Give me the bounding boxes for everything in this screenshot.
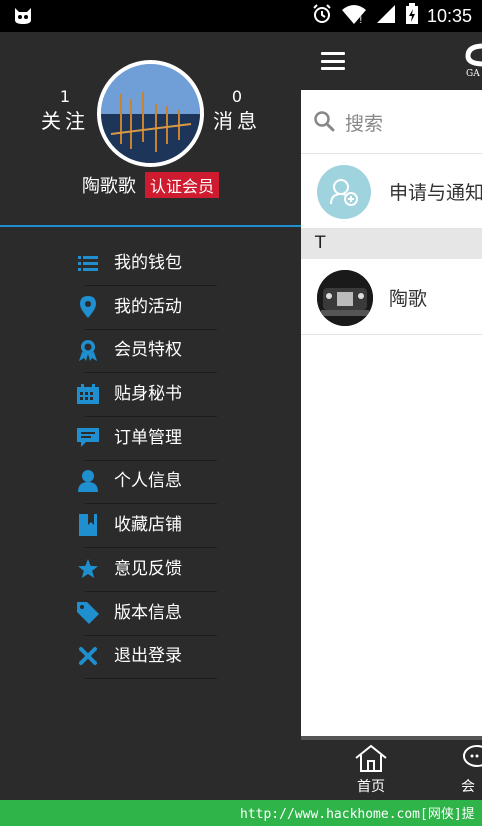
menu-item-label: 收藏店铺 xyxy=(114,515,182,536)
divider xyxy=(85,590,217,592)
ribbon-icon xyxy=(77,339,99,362)
username: 陶歌歌 xyxy=(81,176,136,197)
section-letter: T xyxy=(315,233,326,253)
divider xyxy=(85,285,217,286)
verified-member-badge: 认证会员 xyxy=(145,172,220,198)
location-pin-icon xyxy=(77,295,99,318)
watermark-text: http://www.hackhome.com[网侠]提供 xyxy=(240,807,475,822)
svg-text:GA: GA xyxy=(466,69,480,78)
menu-item-logout[interactable]: 退出登录 xyxy=(0,637,301,681)
menu-item-label: 贴身秘书 xyxy=(114,384,182,405)
star-icon xyxy=(77,558,99,580)
drawer-divider xyxy=(0,225,301,227)
menu-item-label: 会员特权 xyxy=(114,340,182,361)
username-row: 陶歌歌 认证会员 xyxy=(0,172,301,198)
notification-icon xyxy=(12,6,34,30)
menu-item-label: 订单管理 xyxy=(114,427,182,448)
menu-item-personal-info[interactable]: 个人信息 xyxy=(0,462,301,506)
menu-item-label: 意见反馈 xyxy=(114,558,182,579)
tag-icon xyxy=(77,601,99,624)
follow-label: 关注 xyxy=(41,109,89,133)
message-count: 0 xyxy=(231,87,243,106)
add-contact-icon xyxy=(317,165,371,219)
nav-member[interactable]: 会 xyxy=(461,744,482,796)
message-stat[interactable]: 0 消息 xyxy=(207,87,267,135)
divider xyxy=(85,634,217,636)
brand-logo: GA xyxy=(464,42,482,79)
calendar-icon xyxy=(77,383,99,405)
divider xyxy=(85,416,217,418)
bookmark-icon xyxy=(77,514,99,537)
chat-icon xyxy=(77,427,99,449)
alarm-icon xyxy=(311,3,333,29)
menu-item-wallet[interactable]: 我的钱包 xyxy=(0,244,301,288)
menu-item-activities[interactable]: 我的活动 xyxy=(0,288,301,332)
follow-count: 1 xyxy=(59,87,71,106)
menu-item-feedback[interactable]: 意见反馈 xyxy=(0,550,301,594)
menu-item-orders[interactable]: 订单管理 xyxy=(0,419,301,463)
search-icon xyxy=(313,110,335,136)
divider xyxy=(85,328,217,330)
signal-icon xyxy=(375,4,397,28)
divider xyxy=(85,503,217,505)
menu-item-member-privileges[interactable]: 会员特权 xyxy=(0,331,301,375)
menu-item-label: 个人信息 xyxy=(114,471,182,492)
section-header: T xyxy=(301,229,482,259)
main-panel: GA 搜索 申请与通知 T 陶歌 首页 会 xyxy=(301,32,482,800)
contact-name: 陶歌 xyxy=(389,288,428,310)
search-input[interactable]: 搜索 xyxy=(345,109,383,136)
menu-item-version-info[interactable]: 版本信息 xyxy=(0,594,301,638)
svg-text:!: ! xyxy=(359,16,363,24)
contact-avatar xyxy=(317,270,373,326)
notifications-row[interactable]: 申请与通知 xyxy=(301,154,482,229)
follow-stat[interactable]: 1 关注 xyxy=(35,87,95,135)
list-icon xyxy=(77,252,99,274)
drawer-menu: 我的钱包 我的活动 会员特权 贴身秘书 订单管理 个人信息 收藏店铺 意见反馈 … xyxy=(0,244,301,681)
battery-icon xyxy=(405,3,419,29)
menu-item-label: 我的活动 xyxy=(114,296,182,317)
clock: 10:35 xyxy=(426,5,472,26)
menu-item-secretary[interactable]: 贴身秘书 xyxy=(0,375,301,419)
menu-item-label: 退出登录 xyxy=(114,646,182,667)
top-bar: GA xyxy=(301,32,482,90)
chat-bubble-icon xyxy=(461,745,482,776)
divider xyxy=(85,459,217,461)
divider xyxy=(85,678,217,680)
menu-icon[interactable] xyxy=(321,52,345,70)
avatar[interactable] xyxy=(97,60,204,167)
menu-item-label: 我的钱包 xyxy=(114,253,182,273)
notifications-label: 申请与通知 xyxy=(389,182,482,204)
nav-home-label: 首页 xyxy=(357,779,385,795)
watermark-bar: http://www.hackhome.com[网侠]提供 xyxy=(0,800,482,826)
profile-header: 1 关注 0 消息 陶歌歌 认证会员 xyxy=(0,32,301,226)
menu-item-label: 版本信息 xyxy=(114,602,182,623)
menu-item-favorite-shops[interactable]: 收藏店铺 xyxy=(0,506,301,550)
home-icon xyxy=(353,744,389,776)
wifi-icon: ! xyxy=(341,4,367,28)
message-label: 消息 xyxy=(213,109,261,133)
nav-member-label: 会 xyxy=(461,779,475,795)
divider xyxy=(85,547,217,549)
close-icon xyxy=(77,645,99,667)
status-bar: ! 10:35 xyxy=(0,0,482,32)
search-bar[interactable]: 搜索 xyxy=(301,90,482,154)
nav-home[interactable]: 首页 xyxy=(341,744,401,796)
person-icon xyxy=(77,470,99,493)
navigation-drawer: 1 关注 0 消息 陶歌歌 认证会员 我的钱包 我的活动 会员特权 贴身秘书 订… xyxy=(0,32,301,800)
bottom-nav: 首页 会 xyxy=(301,736,482,800)
contact-row[interactable]: 陶歌 xyxy=(301,259,482,335)
divider xyxy=(85,372,217,374)
